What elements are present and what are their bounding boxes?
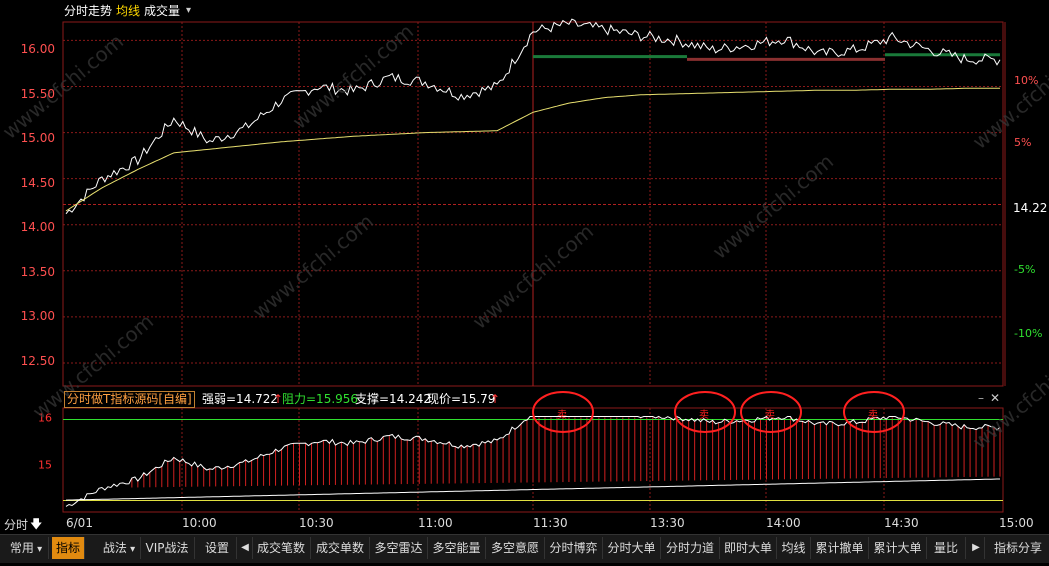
indicator-share-button[interactable]: 指标分享 [990, 537, 1046, 559]
x-tick-label: 15:00 [999, 516, 1034, 530]
resistance-bar [687, 57, 885, 61]
indicator-tab[interactable]: 指标 [52, 537, 85, 559]
watermark-text: www.cfchi.com [968, 39, 1049, 154]
x-tick-label: 14:00 [766, 516, 801, 530]
x-tick-label: 13:30 [650, 516, 685, 530]
minimize-icon[interactable]: – [978, 391, 984, 405]
common-label: 常用 [9, 541, 34, 555]
y-tick-label: 13.50 [20, 264, 55, 279]
indicator-resistance: 阻力=15.956 [282, 392, 359, 406]
y-tick-label: 13.00 [20, 309, 55, 323]
sell-signal-label: 卖 [868, 409, 878, 421]
y-tick-label: 15.50 [20, 86, 55, 101]
watermark-text: www.cfchi.com [708, 149, 838, 264]
common-menu-button[interactable]: 常用 [4, 537, 49, 559]
indicator-tab-item[interactable]: 分时博弈 [545, 537, 603, 559]
x-tick-label: 10:30 [299, 516, 334, 530]
indicator-tab-item[interactable]: 多空意愿 [486, 537, 545, 559]
left-arrow-glyph: ◀ [241, 542, 249, 553]
bottom-toolbar: 常用 指标 战法 VIP战法 设置 ◀ 成交笔数成交单数多空雷达多空能量多空意愿… [0, 534, 1049, 563]
pct-tick-label: 5% [1014, 136, 1032, 149]
chevron-down-icon[interactable]: ▾ [186, 0, 191, 22]
chart-stage: 16 15 卖卖卖卖 www.cfchi.com www.cfchi.com www.cf… [0, 0, 1049, 562]
vip-label: VIP战法 [145, 541, 189, 555]
x-tick-label: 10:00 [182, 516, 217, 530]
x-tick-label: 6/01 [66, 516, 93, 530]
indicator-tab-item[interactable]: 多空雷达 [370, 537, 428, 559]
settings-label: 设置 [204, 541, 229, 555]
down-arrow-icon[interactable]: 🡇 [30, 515, 42, 536]
indicator-tab-item[interactable]: 累计大单 [869, 537, 927, 559]
y-tick-label: 16.00 [20, 42, 55, 56]
chart-title[interactable]: 分时走势 [64, 0, 112, 22]
resistance-bar [885, 53, 1000, 57]
volume-label[interactable]: 成交量 [144, 0, 180, 22]
vip-tactics-button[interactable]: VIP战法 [140, 537, 195, 559]
indicator-tab-item[interactable]: 成交笔数 [252, 537, 311, 559]
ma-label[interactable]: 均线 [116, 0, 140, 22]
tactics-label: 战法 [102, 541, 127, 555]
y-tick-label: 15.00 [20, 131, 55, 145]
scroll-left-icon[interactable]: ◀ [238, 537, 253, 559]
indicator-tab-item[interactable]: 成交单数 [311, 537, 370, 559]
resistance-bar [533, 55, 687, 59]
sell-signal-label: 卖 [765, 409, 775, 421]
right-arrow-glyph: ▶ [972, 542, 980, 553]
indicator-tab-item[interactable]: 分时力道 [661, 537, 720, 559]
indicator-tab-item[interactable]: 多空能量 [428, 537, 486, 559]
indicator-price: 现价=15.79 [427, 392, 496, 406]
x-tick-label: 11:30 [533, 516, 568, 530]
indicator-tab-label: 指标 [55, 541, 80, 555]
pct-tick-label: 14.22 [1013, 201, 1048, 215]
period-label[interactable]: 分时 [4, 516, 28, 533]
indicator-tab-item[interactable]: 即时大单 [720, 537, 777, 559]
x-tick-label: 11:00 [418, 516, 453, 530]
tactics-menu-button[interactable]: 战法 [98, 537, 141, 559]
close-icon[interactable]: ✕ [990, 391, 1000, 405]
sell-signal-label: 卖 [699, 409, 709, 421]
sell-signal-label: 卖 [557, 409, 567, 421]
indicator-support: 支撑=14.242 [355, 392, 432, 406]
scroll-right-icon[interactable]: ▶ [968, 537, 985, 559]
indicator-name-button[interactable]: 分时做T指标源码[自编] [64, 391, 195, 408]
indicator-strength: 强弱=14.722 [202, 392, 279, 406]
indicator-tab-item[interactable]: 量比 [927, 537, 966, 559]
y-tick-label: 14.00 [20, 220, 55, 234]
watermark-text: www.cfchi.com [248, 209, 378, 324]
pct-tick-label: -5% [1014, 263, 1036, 276]
indicator-tab-item[interactable]: 均线 [777, 537, 811, 559]
share-label: 指标分享 [993, 541, 1042, 555]
pct-tick-label: -10% [1014, 327, 1043, 340]
indicator-tab-item[interactable]: 分时大单 [603, 537, 661, 559]
up-arrow-icon: ↑ [490, 392, 501, 406]
chart-header: 分时走势 均线 成交量 ▾ [0, 0, 1049, 22]
y-tick-label: 12.50 [20, 353, 55, 368]
x-tick-label: 14:30 [884, 516, 919, 530]
sub-y-tick-label: 15 [38, 459, 52, 472]
chart-canvas[interactable]: 1615卖卖卖卖www.cfchi.comwww.cfchi.comwww.cf… [0, 0, 1049, 562]
settings-button[interactable]: 设置 [198, 537, 237, 559]
indicator-tab-item[interactable]: 累计撤单 [811, 537, 869, 559]
y-tick-label: 14.50 [20, 175, 55, 190]
pct-tick-label: 10% [1014, 74, 1039, 87]
